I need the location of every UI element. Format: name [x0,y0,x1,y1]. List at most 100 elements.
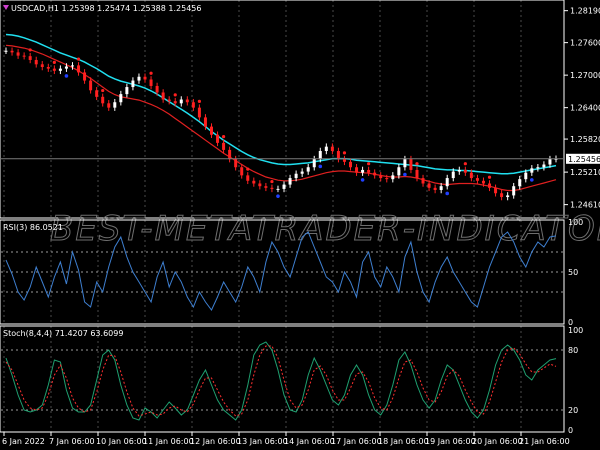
candle-body [113,102,117,108]
candle-body [361,169,365,173]
candle-body [397,167,401,176]
price-tick-label: 1.25210 [570,168,600,177]
candle-body [457,169,461,172]
buy-signal-dot [403,172,407,177]
rsi-title: RSI(3) 86.0521 [3,223,63,232]
candle-body [270,187,274,189]
sell-signal-dot [76,57,81,61]
stoch-tick-label: 80 [568,346,578,355]
candle-body [469,172,473,179]
time-tick-label: 11 Jan 06:00 [143,437,194,446]
candle-body [258,183,262,187]
candle-body [240,167,244,176]
buy-signal-dot [64,74,69,78]
candle-body [252,180,256,184]
time-tick-label: 12 Jan 06:00 [190,437,241,446]
time-tick-label: 18 Jan 06:00 [378,437,429,446]
candle-body [125,87,129,95]
candle-body [209,126,213,135]
watermark-text: BEST-METATRADER-INDICATORS.COM [50,209,600,249]
candle-body [433,187,437,190]
candle-body [409,159,413,170]
candle-body [137,76,141,81]
candle-body [155,85,159,93]
candle-body [95,90,99,97]
candle-body [34,59,38,65]
stoch-title: Stoch(8,4,4) 71.4207 63.6099 [3,329,123,338]
candle-body [4,50,8,52]
sell-signal-dot [342,151,347,155]
sell-signal-dot [487,175,492,179]
candle-body [149,79,153,86]
candle-body [191,102,195,108]
candle-body [179,99,183,104]
candle-body [107,103,111,108]
candle-body [294,173,298,179]
price-tick-label: 1.26400 [570,104,600,113]
candle-body [524,172,528,180]
candle-body [312,159,316,168]
buy-signal-dot [276,194,280,198]
stoch-tick-label: 20 [568,406,578,415]
chart-canvas: BEST-METATRADER-INDICATORS.COM USDCAD,H1… [0,0,600,450]
candle-body [518,179,522,187]
sell-signal-dot [270,179,274,184]
candle-body [203,117,207,127]
price-tick-label: 1.27600 [570,39,600,48]
candle-body [451,171,455,179]
time-tick-label: 17 Jan 06:00 [331,437,382,446]
candle-body [500,193,504,198]
candle-body [324,146,328,151]
sell-signal-dot [197,99,202,103]
sell-signal-dot [463,162,467,166]
candle-body [445,178,449,187]
candle-body [16,52,20,56]
candle-body [403,159,407,168]
candle-body [70,65,74,67]
time-tick-label: 19 Jan 06:00 [425,437,476,446]
candle-body [349,161,353,168]
candle-body [10,50,14,53]
sell-signal-dot [101,88,105,93]
candle-body [355,167,359,173]
sell-signal-dot [149,71,153,75]
candle-body [427,183,431,188]
sell-signal-dot [415,162,419,166]
current-price-label: 1.25456 [566,153,600,164]
candle-body [131,80,135,88]
candle-body [197,107,201,118]
candle-body [22,55,26,57]
candle-body [421,178,425,184]
candle-body [185,99,189,103]
price-tick-label: 1.28190 [570,7,600,16]
candle-body [64,66,68,69]
buy-signal-dot [318,164,323,169]
sell-signal-dot [52,60,56,64]
rsi-tick-label: 100 [568,218,583,227]
candle-body [463,169,467,173]
candle-body [367,169,371,173]
time-tick-label: 10 Jan 06:00 [96,437,147,446]
time-tick-label: 20 Jan 06:00 [472,437,523,446]
rsi-tick-label: 50 [568,268,578,277]
stoch-tick-label: 0 [568,426,573,435]
candle-body [542,164,546,168]
candle-body [77,65,81,73]
candle-body [385,178,389,180]
candle-body [246,175,250,181]
candle-body [379,175,383,179]
candle-body [548,159,552,165]
candle-body [234,159,238,168]
candle-body [536,167,540,169]
sell-signal-dot [221,135,226,139]
candle-body [506,195,510,198]
candle-body [46,67,50,69]
price-tick-label: 1.24610 [570,201,600,210]
time-tick-label: 6 Jan 2022 [2,437,45,446]
buy-signal-dot [530,178,534,182]
candle-body [276,188,280,190]
candle-body [167,99,171,102]
price-tick-label: 1.27000 [570,71,600,80]
candle-body [330,146,334,151]
candle-body [481,180,485,184]
